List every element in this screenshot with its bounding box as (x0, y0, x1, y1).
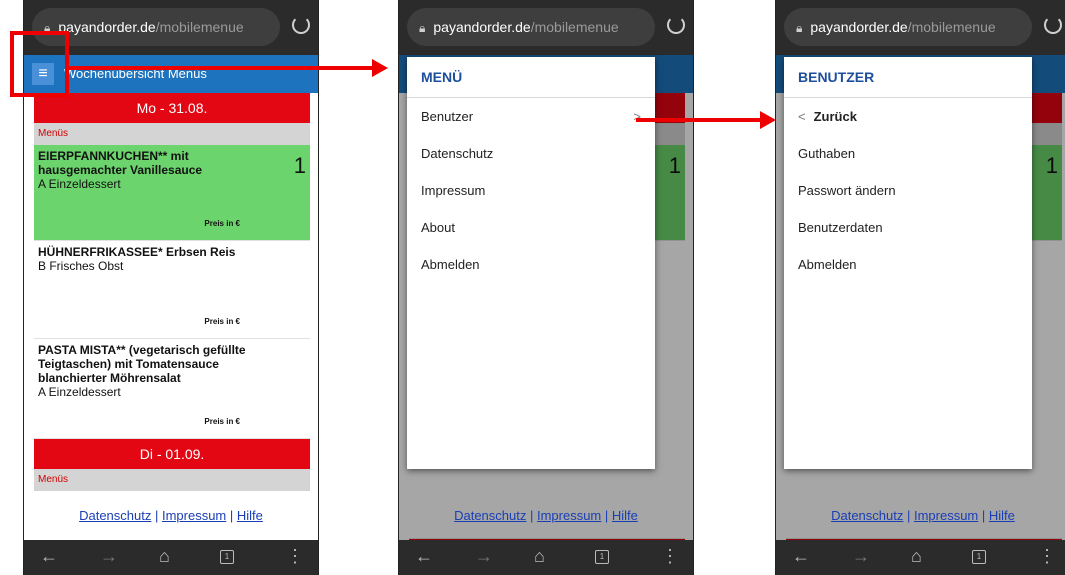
browser-nav-bar: ← → ⌂ 1 ⋮ (776, 540, 1065, 575)
reload-icon[interactable] (667, 16, 685, 34)
tabs-icon[interactable]: 1 (972, 550, 986, 564)
url-bar[interactable]: 🔒︎ payandorder.de/mobilemenue (32, 8, 280, 46)
chevron-left-icon: < (798, 109, 806, 124)
phone-screen-main-menu: 🔒︎payandorder.de/mobilemenue 1 Menüs Dat… (398, 0, 694, 575)
dish-name: PASTA MISTA** (vegetarisch gefüllte Teig… (38, 343, 246, 385)
page-title: Wochenübersicht Menüs (64, 66, 207, 81)
drawer-title: MENÜ (407, 57, 655, 98)
highlight-box-hamburger (10, 31, 69, 97)
more-options-icon[interactable]: ⋮ (661, 546, 679, 567)
more-options-icon[interactable]: ⋮ (286, 546, 304, 567)
back-arrow-icon[interactable]: ← (415, 546, 433, 567)
day-header-tuesday[interactable]: Di - 01.09. (34, 439, 310, 469)
price-label: Preis in € (204, 317, 240, 326)
reload-icon[interactable] (292, 16, 310, 34)
tabs-icon[interactable]: 1 (220, 550, 234, 564)
chevron-right-icon: > (633, 109, 641, 124)
url-path: /mobilemenue (530, 19, 619, 35)
reload-icon[interactable] (1044, 16, 1062, 34)
dish-card-2[interactable]: HÜHNERFRIKASSEE* Erbsen Reis B Frisches … (34, 241, 310, 339)
annotation-arrow-head-1 (372, 59, 388, 77)
separator: | (903, 508, 914, 523)
separator: | (151, 508, 162, 523)
menu-item-guthaben[interactable]: Guthaben (784, 135, 1032, 172)
impressum-link[interactable]: Impressum (914, 508, 978, 523)
menu-item-datenschutz[interactable]: Datenschutz (407, 135, 655, 172)
dish-card-3[interactable]: PASTA MISTA** (vegetarisch gefüllte Teig… (34, 339, 310, 439)
dish-name: EIERPFANNKUCHEN** mit hausgemachter Vani… (38, 149, 203, 177)
impressum-link[interactable]: Impressum (162, 508, 226, 523)
url-domain: payandorder.de (810, 19, 908, 35)
drawer-title: BENUTZER (784, 57, 1032, 98)
browser-toolbar: 🔒︎ payandorder.de/mobilemenue (776, 0, 1065, 55)
annotation-arrow-line-1 (69, 66, 374, 70)
hilfe-link[interactable]: Hilfe (237, 508, 263, 523)
footer-links: Datenschutz | Impressum | Hilfe (24, 508, 318, 538)
home-icon[interactable]: ⌂ (159, 546, 170, 567)
dish-side: A Einzeldessert (38, 385, 121, 399)
more-options-icon[interactable]: ⋮ (1038, 546, 1056, 567)
datenschutz-link[interactable]: Datenschutz (79, 508, 151, 523)
menu-item-impressum[interactable]: Impressum (407, 172, 655, 209)
home-icon[interactable]: ⌂ (534, 546, 545, 567)
browser-nav-bar: ← → ⌂ 1 ⋮ (24, 540, 318, 575)
lock-icon: 🔒︎ (796, 21, 803, 35)
menu-list: Mo - 31.08. Menüs EIERPFANNKUCHEN** mit … (34, 93, 310, 491)
url-path: /mobilemenue (907, 19, 996, 35)
back-button[interactable]: < Zurück (784, 98, 1032, 135)
tabs-icon[interactable]: 1 (595, 550, 609, 564)
back-arrow-icon[interactable]: ← (792, 546, 810, 567)
url-bar[interactable]: 🔒︎ payandorder.de/mobilemenue (784, 8, 1032, 46)
separator: | (226, 508, 237, 523)
price-label: Preis in € (204, 219, 240, 228)
lock-icon: 🔒︎ (419, 21, 426, 35)
menu-item-label: Benutzer (421, 109, 474, 124)
forward-arrow-icon[interactable]: → (100, 546, 118, 567)
menus-section-label: Menüs (34, 469, 310, 491)
separator: | (526, 508, 537, 523)
order-count: 1 (293, 153, 306, 178)
menus-section-label: Menüs (34, 123, 310, 145)
back-arrow-icon[interactable]: ← (40, 546, 58, 567)
price-label: Preis in € (204, 417, 240, 426)
menu-item-benutzer[interactable]: Benutzer > (407, 98, 655, 135)
url-domain: payandorder.de (58, 19, 156, 35)
url-path: /mobilemenue (155, 19, 244, 35)
browser-toolbar: 🔒︎ payandorder.de/mobilemenue (399, 0, 693, 55)
dish-name: HÜHNERFRIKASSEE* Erbsen Reis (38, 245, 236, 259)
annotation-arrow-line-2 (636, 118, 762, 122)
forward-arrow-icon[interactable]: → (852, 546, 870, 567)
nav-drawer-menu: MENÜ Benutzer > Datenschutz Impressum Abo… (407, 57, 655, 469)
annotation-arrow-head-2 (760, 111, 776, 129)
separator: | (978, 508, 989, 523)
menu-item-about[interactable]: About (407, 209, 655, 246)
dish-side: A Einzeldessert (38, 177, 121, 191)
impressum-link[interactable]: Impressum (537, 508, 601, 523)
dish-card-1[interactable]: EIERPFANNKUCHEN** mit hausgemachter Vani… (34, 145, 310, 241)
separator: | (601, 508, 612, 523)
menu-item-passwort-aendern[interactable]: Passwort ändern (784, 172, 1032, 209)
datenschutz-link[interactable]: Datenschutz (454, 508, 526, 523)
dish-side: B Frisches Obst (38, 259, 124, 273)
nav-drawer-user: BENUTZER < Zurück Guthaben Passwort änder… (784, 57, 1032, 469)
datenschutz-link[interactable]: Datenschutz (831, 508, 903, 523)
hilfe-link[interactable]: Hilfe (612, 508, 638, 523)
footer-links: Datenschutz | Impressum | Hilfe (399, 508, 693, 538)
back-label: Zurück (813, 109, 857, 124)
forward-arrow-icon[interactable]: → (475, 546, 493, 567)
url-bar[interactable]: 🔒︎ payandorder.de/mobilemenue (407, 8, 655, 46)
home-icon[interactable]: ⌂ (911, 546, 922, 567)
phone-screen-user-menu: 🔒︎payandorder.de/mobilemenue 1 Menüs Dat… (775, 0, 1065, 575)
hilfe-link[interactable]: Hilfe (989, 508, 1015, 523)
menu-item-abmelden[interactable]: Abmelden (407, 246, 655, 283)
menu-item-abmelden[interactable]: Abmelden (784, 246, 1032, 283)
browser-nav-bar: ← → ⌂ 1 ⋮ (399, 540, 693, 575)
url-domain: payandorder.de (433, 19, 531, 35)
menu-item-benutzerdaten[interactable]: Benutzerdaten (784, 209, 1032, 246)
footer-links: Datenschutz | Impressum | Hilfe (776, 508, 1065, 538)
day-header-monday[interactable]: Mo - 31.08. (34, 93, 310, 123)
